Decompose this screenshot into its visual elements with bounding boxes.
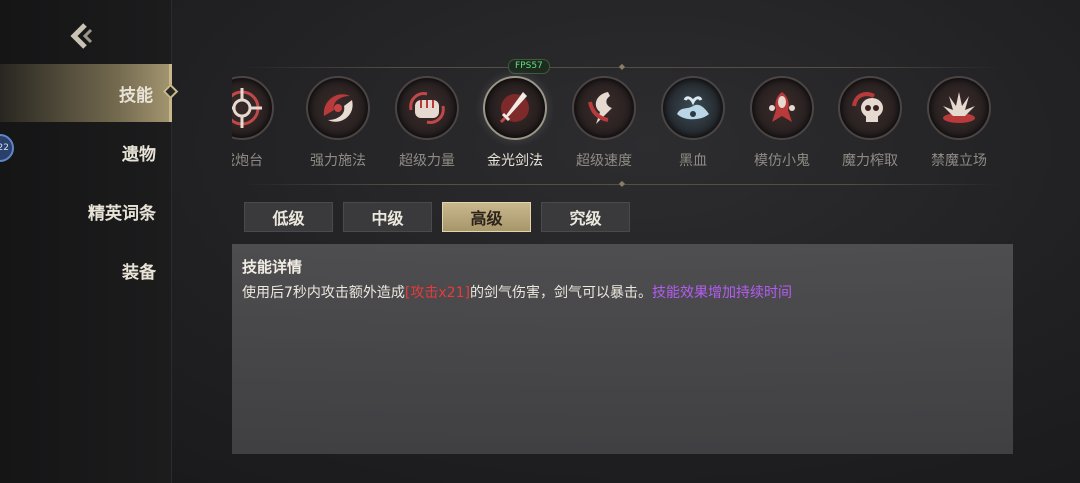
skill-label: 超级速度 — [576, 153, 632, 169]
skill-item[interactable]: 超级速度 — [564, 76, 644, 186]
active-diamond-icon — [162, 83, 179, 100]
tab-ultimate[interactable]: 究级 — [541, 202, 630, 232]
swirl-cast-icon — [323, 94, 353, 122]
skill-label: 魔力榨取 — [842, 153, 898, 169]
sidebar-item-skills[interactable]: 技能 — [0, 64, 179, 122]
sidebar-item-elite-affixes[interactable]: 精英词条 — [0, 182, 172, 240]
sidebar-item-relics[interactable]: 遗物 — [0, 123, 172, 181]
sidebar-item-equipment[interactable]: 装备 — [0, 241, 172, 299]
turret-target-icon — [232, 88, 262, 128]
skill-label: 金光剑法 — [487, 153, 543, 169]
skill-label: 模仿小鬼 — [754, 153, 810, 169]
detail-damage-value: [攻击x21] — [404, 285, 470, 301]
skill-item[interactable]: 超级力量 — [387, 76, 467, 186]
sword-icon — [499, 92, 529, 124]
skill-label: 强力施法 — [310, 153, 366, 169]
sidebar-item-label: 遗物 — [122, 144, 156, 165]
detail-description: 使用后7秒内攻击额外造成[攻击x21]的剑气伤害，剑气可以暴击。技能效果增加持续… — [242, 283, 1003, 303]
skill-detail-panel: 技能详情 使用后7秒内攻击额外造成[攻击x21]的剑气伤害，剑气可以暴击。技能效… — [232, 244, 1013, 454]
sidebar: 技能 遗物 精英词条 装备 22 — [0, 0, 179, 483]
sidebar-item-label: 技能 — [119, 85, 153, 106]
skill-label: 超级力量 — [399, 153, 455, 169]
skill-item-selected[interactable]: 金光剑法 — [475, 76, 555, 186]
back-button[interactable] — [64, 18, 100, 54]
sidebar-item-label: 精英词条 — [88, 203, 156, 224]
explosion-field-icon — [943, 92, 975, 123]
detail-upgrade-effect: 技能效果增加持续时间 — [651, 285, 792, 301]
side-badge-text: 22 — [0, 143, 9, 153]
sidebar-item-label: 装备 — [122, 262, 156, 283]
tab-mid[interactable]: 中级 — [343, 202, 432, 232]
back-chevron-icon — [70, 23, 93, 49]
skill-label: 黑血 — [679, 153, 707, 169]
skill-screen: 技能 遗物 精英词条 装备 22 ◆ ◆ FPS57 炮台 强力施法 超级力量 … — [0, 0, 1080, 483]
tab-high[interactable]: 高级 — [442, 202, 531, 232]
skill-label: 禁魔立场 — [931, 153, 987, 169]
fist-power-icon — [409, 92, 445, 124]
skill-item[interactable]: 强力施法 — [298, 76, 378, 186]
black-blood-icon — [677, 96, 709, 120]
skill-item[interactable]: 城炮台 — [232, 76, 282, 186]
skill-item[interactable]: 模仿小鬼 — [742, 76, 822, 186]
tab-low[interactable]: 低级 — [244, 202, 333, 232]
detail-title: 技能详情 — [242, 258, 303, 276]
detail-text-middle: 的剑气伤害，剑气可以暴击。 — [469, 285, 652, 301]
skill-strip[interactable]: 城炮台 强力施法 超级力量 — [232, 66, 1012, 186]
skull-drain-icon — [852, 92, 883, 122]
skill-item[interactable]: 魔力榨取 — [830, 76, 910, 186]
speed-dash-icon — [588, 92, 612, 124]
imp-mimic-icon — [769, 92, 795, 122]
skill-item[interactable]: 禁魔立场 — [919, 76, 999, 186]
detail-text-prefix: 使用后7秒内攻击额外造成 — [242, 285, 405, 301]
skill-item[interactable]: 黑血 — [653, 76, 733, 186]
skill-label: 城炮台 — [232, 153, 263, 169]
